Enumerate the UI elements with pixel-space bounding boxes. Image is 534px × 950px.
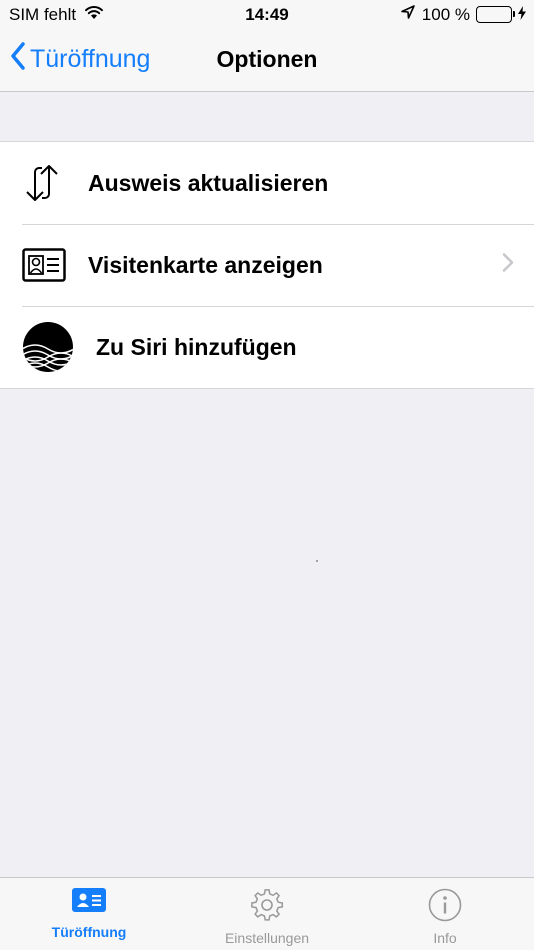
charging-bolt-icon (518, 5, 526, 25)
status-right: 100 % (400, 4, 526, 25)
id-card-icon (22, 235, 88, 295)
option-label: Visitenkarte anzeigen (88, 251, 323, 278)
options-list: Ausweis aktualisieren Visitenkarte anzei… (0, 141, 534, 389)
option-add-to-siri[interactable]: Zu Siri hinzufügen (0, 306, 534, 388)
tab-bar: Türöffnung Einstellungen Info (0, 877, 534, 950)
option-label: Ausweis aktualisieren (88, 169, 329, 196)
tab-door-opening[interactable]: Türöffnung (0, 878, 178, 950)
navigation-bar: Türöffnung Optionen (0, 30, 534, 92)
tab-label: Info (433, 930, 457, 946)
stray-dot (316, 560, 318, 562)
tab-settings[interactable]: Einstellungen (178, 878, 356, 950)
siri-shortcut-icon (22, 317, 88, 377)
option-label: Zu Siri hinzufügen (96, 333, 297, 360)
battery-percent: 100 % (421, 4, 470, 24)
tab-label: Einstellungen (224, 930, 310, 946)
battery-icon (476, 6, 515, 23)
location-arrow-icon (400, 4, 416, 25)
option-update-id[interactable]: Ausweis aktualisieren (0, 142, 534, 224)
gear-icon (250, 888, 284, 927)
refresh-arrows-icon (22, 153, 88, 213)
id-card-icon (72, 888, 106, 917)
chevron-right-icon (502, 253, 514, 278)
info-icon (428, 888, 462, 927)
tab-label: Türöffnung (51, 924, 127, 940)
status-bar: SIM fehlt 14:49 100 % (0, 0, 534, 30)
tab-info[interactable]: Info (356, 878, 534, 950)
page-title: Optionen (216, 46, 318, 72)
option-business-card[interactable]: Visitenkarte anzeigen (0, 224, 534, 306)
